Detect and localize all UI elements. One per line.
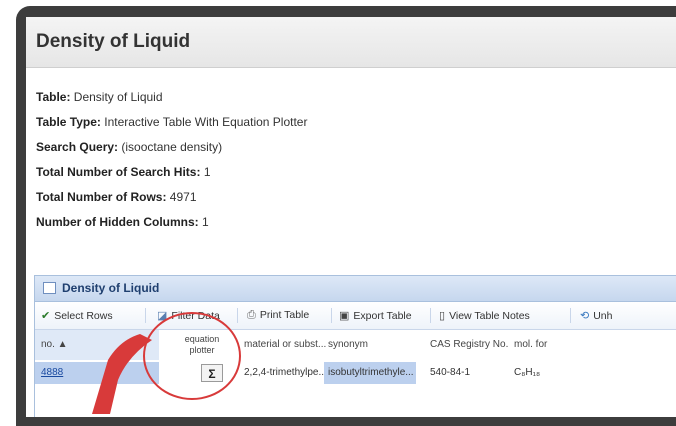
- pointer-arrow-icon: [92, 334, 152, 414]
